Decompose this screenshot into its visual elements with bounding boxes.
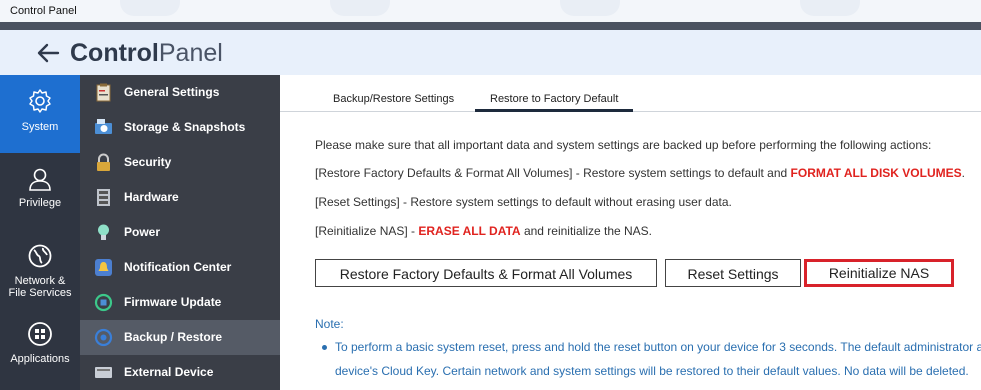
description-text: . <box>961 166 965 180</box>
submenu-item-firmware[interactable]: Firmware Update <box>80 285 280 320</box>
rail-label-privilege: Privilege <box>18 197 62 209</box>
rail-label-system: System <box>21 121 59 133</box>
reinitialize-description: [Reinitialize NAS] - ERASE ALL DATA and … <box>315 224 652 238</box>
rail-label-network-2: File Services <box>8 287 72 299</box>
hardware-icon <box>97 189 110 206</box>
rail-item-network[interactable]: Network & File Services <box>0 231 80 309</box>
tab-restore-factory-default[interactable]: Restore to Factory Default <box>490 93 618 105</box>
active-tab-indicator <box>475 109 633 112</box>
lock-icon <box>97 153 110 171</box>
note-text-line-1: To perform a basic system reset, press a… <box>335 340 981 354</box>
submenu-label: Security <box>124 155 172 169</box>
rail-label-network-1: Network & <box>14 275 66 287</box>
page-title-bold: Control <box>70 39 159 67</box>
back-arrow-icon[interactable] <box>36 42 60 64</box>
background-decoration <box>330 0 390 16</box>
submenu-label: Backup / Restore <box>124 330 223 344</box>
backup-icon <box>94 328 113 347</box>
page-title: ControlPanel <box>70 39 223 68</box>
submenu-label: Storage & Snapshots <box>124 120 246 134</box>
description-text: and reinitialize the NAS. <box>520 224 653 238</box>
reset-settings-button[interactable]: Reset Settings <box>665 259 801 287</box>
restore-format-description: [Restore Factory Defaults & Format All V… <box>315 166 965 180</box>
notification-icon <box>95 259 112 276</box>
submenu-label: Power <box>124 225 161 239</box>
bulb-icon <box>98 224 109 240</box>
rail-label-applications: Applications <box>10 353 70 365</box>
category-rail: System Privilege Network & File Services… <box>0 75 80 390</box>
globe-icon <box>28 244 52 268</box>
submenu-item-external-device[interactable]: External Device <box>80 355 280 390</box>
submenu-item-notification[interactable]: Notification Center <box>80 250 280 285</box>
rail-item-system[interactable]: System <box>0 75 80 153</box>
submenu-item-security[interactable]: Security <box>80 145 280 180</box>
rail-item-privilege[interactable]: Privilege <box>0 153 80 231</box>
submenu-label: External Device <box>124 365 214 379</box>
note-title: Note: <box>315 317 344 331</box>
clipboard-icon <box>96 83 111 102</box>
window-title: Control Panel <box>10 5 77 17</box>
warning-text: ERASE ALL DATA <box>418 224 521 238</box>
user-icon <box>29 168 51 191</box>
submenu-label: Firmware Update <box>124 295 222 309</box>
submenu-label: General Settings <box>124 85 220 99</box>
restore-format-button[interactable]: Restore Factory Defaults & Format All Vo… <box>315 259 657 287</box>
submenu-item-storage[interactable]: Storage & Snapshots <box>80 110 280 145</box>
reinitialize-nas-button[interactable]: Reinitialize NAS <box>804 259 954 287</box>
background-decoration <box>120 0 180 16</box>
description-text: [Reinitialize NAS] - <box>315 224 419 238</box>
page-title-rest: Panel <box>158 39 223 67</box>
tab-bar: Backup/Restore Settings Restore to Facto… <box>280 75 981 112</box>
note-bullet <box>322 345 327 350</box>
submenu: General Settings Storage & Snapshots Sec… <box>80 75 280 390</box>
submenu-label: Hardware <box>124 190 179 204</box>
main-panel: Backup/Restore Settings Restore to Facto… <box>280 75 981 390</box>
background-decoration <box>800 0 860 16</box>
submenu-item-power[interactable]: Power <box>80 215 280 250</box>
submenu-item-hardware[interactable]: Hardware <box>80 180 280 215</box>
window-title-bar: Control Panel <box>0 0 981 22</box>
external-device-icon <box>95 367 112 378</box>
submenu-label: Notification Center <box>124 260 232 274</box>
warning-text: FORMAT ALL DISK VOLUMES <box>790 166 962 180</box>
firmware-icon <box>94 293 113 312</box>
tab-backup-restore-settings[interactable]: Backup/Restore Settings <box>333 93 454 105</box>
note-text-line-2: device's Cloud Key. Certain network and … <box>335 364 969 378</box>
rail-item-applications[interactable]: Applications <box>0 309 80 387</box>
title-divider <box>0 22 981 30</box>
background-decoration <box>560 0 620 16</box>
submenu-item-general-settings[interactable]: General Settings <box>80 75 280 110</box>
intro-text: Please make sure that all important data… <box>315 138 932 152</box>
gear-icon <box>29 89 51 113</box>
submenu-item-backup-restore[interactable]: Backup / Restore <box>80 320 280 355</box>
storage-icon <box>95 119 112 134</box>
description-text: [Restore Factory Defaults & Format All V… <box>315 166 791 180</box>
reset-settings-description: [Reset Settings] - Restore system settin… <box>315 195 732 209</box>
apps-grid-icon <box>28 322 52 346</box>
app-header: ControlPanel <box>0 30 981 75</box>
